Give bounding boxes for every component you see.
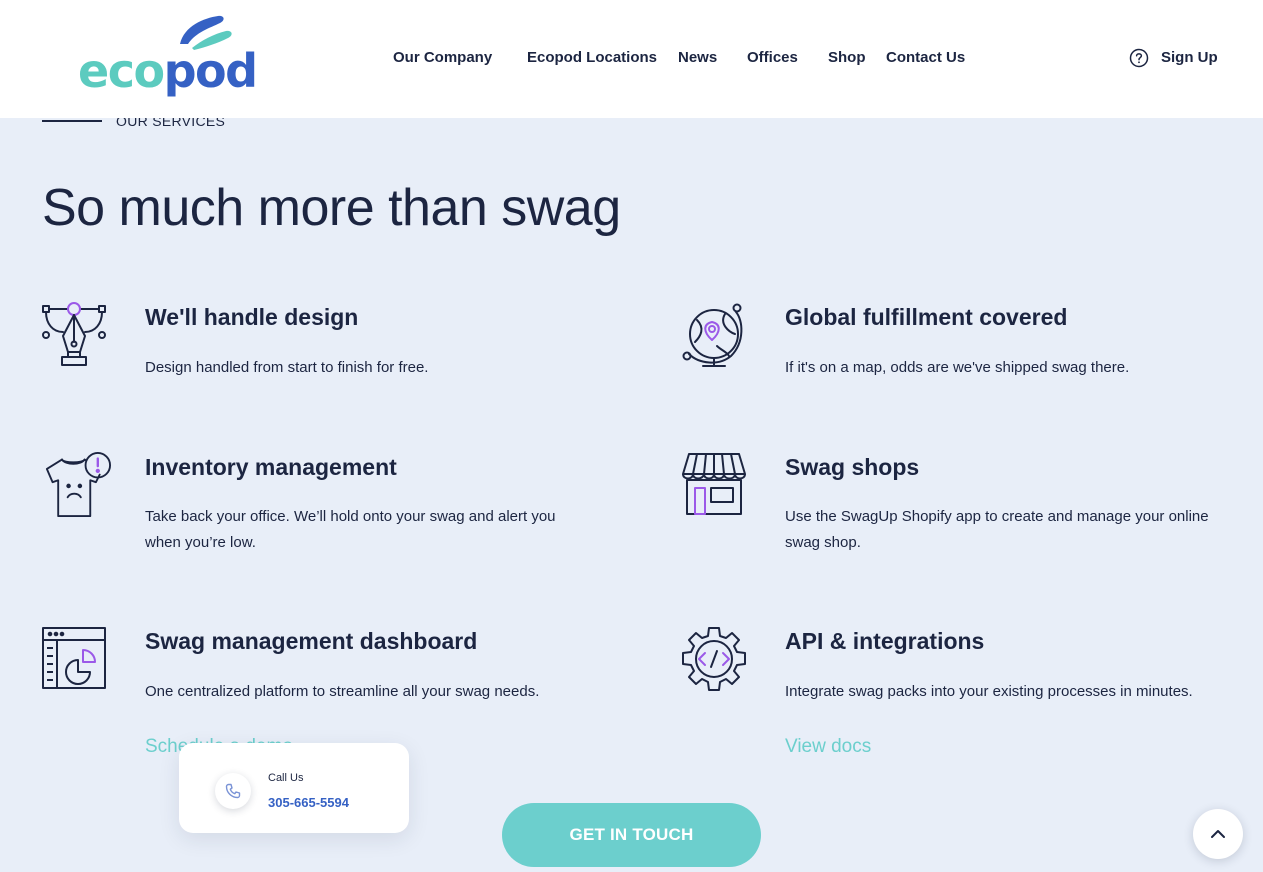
service-title-api: API & integrations <box>785 628 985 654</box>
view-docs-link[interactable]: View docs <box>785 736 871 758</box>
nav-contact-us[interactable]: Contact Us <box>886 49 965 66</box>
page-title: So much more than swag <box>42 179 621 237</box>
tshirt-alert-icon <box>45 452 111 518</box>
phone-number-link[interactable]: 305-665-5594 <box>268 795 349 810</box>
service-title-design: We'll handle design <box>145 304 359 330</box>
service-desc-global: If it's on a map, odds are we've shipped… <box>785 359 1130 376</box>
service-title-global: Global fulfillment covered <box>785 304 1068 330</box>
eyebrow-divider <box>42 120 102 122</box>
service-title-inventory: Inventory management <box>145 454 397 480</box>
question-circle-icon[interactable] <box>1129 48 1149 68</box>
nav-news[interactable]: News <box>678 49 717 66</box>
service-desc-dashboard: One centralized platform to streamline a… <box>145 683 540 700</box>
sign-up-link[interactable]: Sign Up <box>1161 49 1218 66</box>
nav-our-company[interactable]: Our Company <box>393 49 492 66</box>
service-title-swag-shops: Swag shops <box>785 454 920 480</box>
nav-ecopod-locations[interactable]: Ecopod Locations <box>527 49 657 66</box>
service-desc-inventory: Take back your office. We’ll hold onto y… <box>145 508 556 551</box>
gear-code-icon <box>682 627 746 691</box>
phone-icon <box>225 783 241 799</box>
globe-pin-icon <box>682 303 743 367</box>
phone-button[interactable] <box>215 773 251 809</box>
service-desc-design: Design handled from start to finish for … <box>145 359 429 376</box>
service-desc-api: Integrate swag packs into your existing … <box>785 683 1193 700</box>
dashboard-chart-icon <box>42 627 106 689</box>
site-header: ecopod Our Company Ecopod Locations News… <box>0 0 1263 118</box>
get-in-touch-button[interactable]: GET IN TOUCH <box>502 803 761 867</box>
chevron-up-icon <box>1211 830 1225 838</box>
call-us-card[interactable]: Call Us 305-665-5594 <box>179 743 409 833</box>
service-title-dashboard: Swag management dashboard <box>145 628 478 654</box>
scroll-to-top-button[interactable] <box>1193 809 1243 859</box>
ecopod-logo[interactable]: ecopod <box>78 14 258 104</box>
logo-wordmark: ecopod <box>78 44 258 98</box>
call-us-label: Call Us <box>268 772 304 784</box>
pen-tool-icon <box>42 302 106 366</box>
storefront-icon <box>682 453 746 515</box>
nav-offices[interactable]: Offices <box>747 49 798 66</box>
service-desc-swag-shops: Use the SwagUp Shopify app to create and… <box>785 508 1209 551</box>
nav-shop[interactable]: Shop <box>828 49 866 66</box>
